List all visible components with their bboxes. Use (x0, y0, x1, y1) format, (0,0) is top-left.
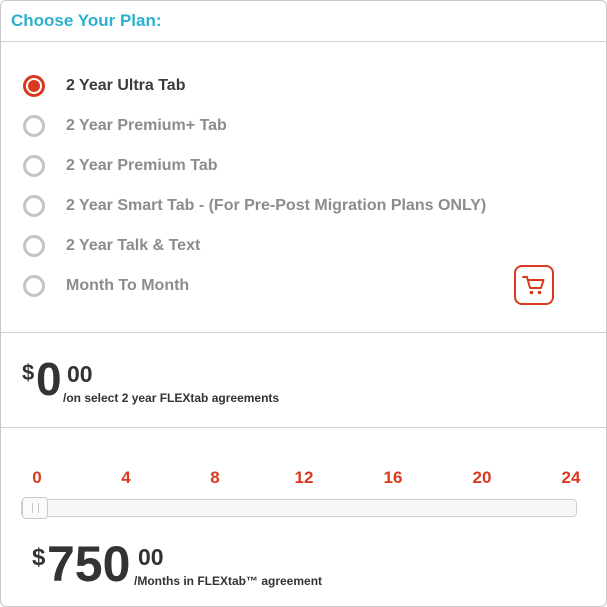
flex-price-cents: 00 (138, 544, 164, 570)
months-slider-handle[interactable] (22, 497, 48, 519)
plan-radio-talk-text[interactable] (23, 235, 45, 257)
slider-tick-label: 8 (210, 468, 220, 487)
upfront-price-amount: 0 (36, 353, 62, 405)
slider-tick-label: 20 (472, 468, 492, 487)
plan-label-talk-text: 2 Year Talk & Text (66, 237, 201, 254)
flex-price-note: /Months in FLEXtab™ agreement (134, 574, 323, 588)
plan-radio-premium-tab[interactable] (23, 155, 45, 177)
plan-option-talk-text[interactable]: 2 Year Talk & Text (23, 231, 493, 261)
upfront-price-note: /on select 2 year FLEXtab agreements (63, 391, 280, 405)
slider-tick-label: 4 (121, 468, 131, 487)
slider-tick-label: 24 (561, 468, 581, 487)
upfront-price-cents: 00 (67, 361, 93, 387)
plan-label-month-to-month: Month To Month (66, 277, 190, 294)
shopping-cart-icon (522, 276, 545, 295)
plan-radio-premium-plus-tab[interactable] (23, 115, 45, 137)
plan-options-list: 2 Year Ultra Tab 2 Year Premium+ Tab 2 Y… (1, 42, 606, 333)
plan-option-premium-plus-tab[interactable]: 2 Year Premium+ Tab (23, 111, 493, 141)
grip-icon (31, 503, 39, 513)
slider-tick-label: 16 (383, 468, 403, 487)
flex-price-amount: 750 (47, 536, 131, 592)
plan-label-premium-plus-tab: 2 Year Premium+ Tab (66, 117, 227, 134)
plan-option-smart-tab[interactable]: 2 Year Smart Tab - (For Pre-Post Migrati… (23, 191, 493, 221)
upfront-price-section: $ 0 00 /on select 2 year FLEXtab agreeme… (1, 333, 606, 428)
plan-option-premium-tab[interactable]: 2 Year Premium Tab (23, 151, 493, 181)
months-slider-section: 0 4 8 12 16 20 24 $ 750 00 /Months in FLEXtab™… (1, 428, 606, 606)
plan-radio-month-to-month[interactable] (23, 275, 45, 297)
slider-tick-label: 0 (32, 468, 42, 487)
plan-radio-smart-tab[interactable] (23, 195, 45, 217)
plan-label-ultra-tab: 2 Year Ultra Tab (66, 77, 186, 94)
months-slider-track[interactable] (21, 497, 577, 519)
add-to-cart-button[interactable] (514, 265, 554, 305)
plan-label-smart-tab: 2 Year Smart Tab - (For Pre-Post Migrati… (66, 197, 487, 214)
plan-label-premium-tab: 2 Year Premium Tab (66, 157, 218, 174)
plan-option-ultra-tab[interactable]: 2 Year Ultra Tab (23, 71, 493, 101)
page-title: Choose Your Plan: (11, 11, 162, 30)
plan-radio-ultra-tab[interactable] (23, 75, 45, 97)
upfront-price-currency: $ (22, 360, 35, 385)
slider-tick-label: 12 (294, 468, 314, 487)
flex-price-currency: $ (32, 544, 46, 571)
plan-chooser-panel: Choose Your Plan: 2 Year Ultra Tab 2 Yea… (0, 0, 607, 607)
plan-option-month-to-month[interactable]: Month To Month (23, 271, 493, 301)
plan-header: Choose Your Plan: (1, 1, 606, 42)
